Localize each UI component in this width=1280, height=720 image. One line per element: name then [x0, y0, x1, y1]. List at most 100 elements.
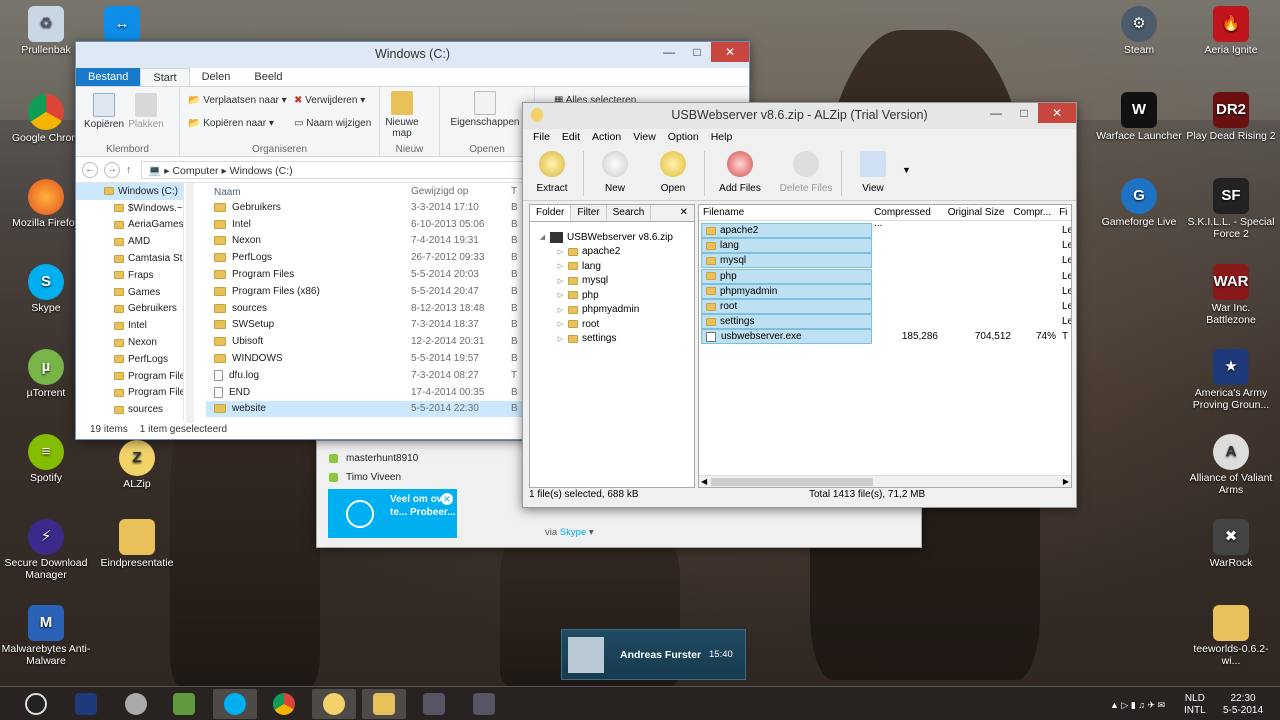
clock[interactable]: 22:30 5-5-2014	[1218, 693, 1268, 717]
menu-file[interactable]: File	[527, 129, 556, 147]
tab-view[interactable]: Beeld	[242, 68, 294, 86]
tree-item[interactable]: ▷ mysql	[530, 274, 694, 289]
column-compressed[interactable]: Compressed ...	[874, 207, 942, 229]
column-filename[interactable]: Filename	[699, 207, 874, 220]
archive-row[interactable]: mysql Le	[699, 253, 1071, 269]
scroll-thumb[interactable]	[711, 478, 873, 486]
tree-item[interactable]: ▷ root	[530, 317, 694, 332]
breadcrumb-drive[interactable]: Windows (C:)	[230, 165, 293, 177]
contact-item[interactable]: masterhunt8910	[329, 453, 418, 464]
view-dropdown-icon[interactable]: ▼	[902, 147, 911, 200]
nav-item[interactable]: AeriaGames	[76, 217, 183, 234]
archive-row[interactable]: settings Le	[699, 314, 1071, 330]
nav-item-drive[interactable]: Windows (C:)	[76, 183, 183, 200]
forward-button[interactable]: →	[104, 161, 120, 178]
minimize-button[interactable]: —	[982, 103, 1010, 123]
close-button[interactable]: ✕	[1038, 103, 1076, 123]
desktop-icon-warinc[interactable]: WAR War Inc. Battlezone	[1186, 264, 1276, 326]
desktop-icon-steam[interactable]: ⚙ Steam	[1094, 6, 1184, 56]
start-button[interactable]	[14, 689, 58, 719]
desktop-icon-teeworlds[interactable]: teeworlds-0.6.2-wi...	[1186, 605, 1276, 667]
column-type[interactable]: Fi	[1059, 207, 1071, 220]
skype-promo-banner[interactable]: Veel om over te... Probeer... ✕	[328, 489, 457, 538]
taskbar-speaker[interactable]	[114, 689, 158, 719]
taskbar-explorer[interactable]	[362, 689, 406, 719]
minimize-button[interactable]: —	[655, 42, 683, 62]
desktop-icon-alzip[interactable]: Z ALZip	[92, 440, 182, 490]
explorer-titlebar[interactable]: Windows (C:) — □ ✕	[76, 42, 749, 68]
tab-share[interactable]: Delen	[190, 68, 243, 86]
tree-item[interactable]: ▷ settings	[530, 332, 694, 347]
desktop-icon-americas-army[interactable]: ★ America's Army Proving Groun...	[1186, 349, 1276, 411]
tab-search[interactable]: Search	[607, 205, 652, 221]
nav-item[interactable]: Program File	[76, 368, 183, 385]
nav-item[interactable]: $Windows.~	[76, 200, 183, 217]
rename-button[interactable]: ▭ Naam wijzigen	[294, 118, 371, 129]
move-to-button[interactable]: 📂 Verplaatsen naar ▾	[188, 95, 287, 106]
up-button[interactable]: ↑	[126, 164, 131, 176]
tree-item[interactable]: ▷ phpmyadmin	[530, 303, 694, 318]
add-files-button[interactable]: Add Files	[707, 147, 773, 200]
new-folder-button[interactable]: Nieuwe map	[382, 91, 422, 139]
desktop-icon-malwarebytes[interactable]: M Malwarebytes Anti-Malware	[1, 605, 91, 667]
desktop-icon-warface[interactable]: W Warface Launcher	[1094, 92, 1184, 142]
archive-row[interactable]: apache2 Le	[699, 223, 1071, 239]
horizontal-scrollbar[interactable]: ◀ ▶	[699, 475, 1071, 487]
back-button[interactable]: ←	[82, 161, 98, 178]
desktop-icon-pdr2[interactable]: DR2 Play Dead Rising 2	[1186, 92, 1276, 142]
contact-item[interactable]: Timo Viveen	[329, 472, 401, 483]
taskbar-chart-app[interactable]	[162, 689, 206, 719]
close-icon[interactable]: ✕	[674, 205, 694, 221]
desktop-icon-aeria[interactable]: 🔥 Aeria Ignite	[1186, 6, 1276, 56]
nav-item[interactable]: Games	[76, 284, 183, 301]
properties-button[interactable]: Eigenschappen	[450, 91, 520, 128]
column-original-size[interactable]: Original Size	[942, 207, 1014, 220]
open-button[interactable]: Open	[644, 147, 702, 200]
desktop-icon-warrock[interactable]: ✖ WarRock	[1186, 519, 1276, 569]
tab-filter[interactable]: Filter	[571, 205, 607, 221]
archive-row[interactable]: usbwebserver.exe 185,286 704,512 74% T	[699, 329, 1071, 345]
view-button[interactable]: View	[844, 147, 902, 200]
scroll-right-icon[interactable]: ▶	[1063, 477, 1069, 486]
nav-item[interactable]: PerfLogs	[76, 351, 183, 368]
tree-item[interactable]: ▷ apache2	[530, 245, 694, 260]
tree-item[interactable]: ▷ php	[530, 288, 694, 303]
desktop-icon-spotify[interactable]: ≡ Spotify	[1, 434, 91, 484]
close-button[interactable]: ✕	[711, 42, 749, 62]
copy-to-button[interactable]: 📂 Kopiëren naar ▾	[188, 118, 274, 129]
tree-root[interactable]: ◢ USBWebserver v8.6.zip	[530, 230, 694, 245]
nav-item[interactable]: Camtasia Stu	[76, 250, 183, 267]
desktop-icon-eindpresentatie[interactable]: Eindpresentatie	[92, 519, 182, 569]
paste-button[interactable]: Plakken	[126, 93, 166, 130]
tab-folder[interactable]: Folder	[530, 205, 572, 221]
tab-start[interactable]: Start	[140, 68, 190, 86]
menu-view[interactable]: View	[627, 129, 662, 147]
menu-option[interactable]: Option	[662, 129, 705, 147]
copy-button[interactable]: Kopiëren	[84, 93, 124, 130]
desktop-icon-gameforge[interactable]: G Gameforge Live	[1094, 178, 1184, 228]
column-name[interactable]: Naam	[206, 186, 411, 199]
scroll-left-icon[interactable]: ◀	[701, 477, 707, 486]
taskbar-alzip[interactable]	[312, 689, 356, 719]
nav-item[interactable]: AMD	[76, 233, 183, 250]
tree-item[interactable]: ▷ lang	[530, 259, 694, 274]
nav-item[interactable]: Program File	[76, 385, 183, 402]
taskbar-americas-army[interactable]	[64, 689, 108, 719]
archive-row[interactable]: php Le	[699, 268, 1071, 284]
desktop-icon-skill[interactable]: SF S.K.I.L.L. - Special Force 2	[1186, 178, 1276, 240]
close-icon[interactable]: ✕	[441, 493, 453, 505]
archive-row[interactable]: root Le	[699, 299, 1071, 315]
nav-item[interactable]: Nexon	[76, 334, 183, 351]
delete-files-button[interactable]: Delete Files	[773, 147, 839, 200]
breadcrumb-computer[interactable]: Computer	[172, 165, 218, 177]
skype-link[interactable]: Skype	[560, 527, 586, 538]
menu-action[interactable]: Action	[586, 129, 627, 147]
nav-item[interactable]: Fraps	[76, 267, 183, 284]
tab-file[interactable]: Bestand	[76, 68, 141, 86]
taskbar-chrome[interactable]	[262, 689, 306, 719]
maximize-button[interactable]: □	[1010, 103, 1038, 123]
column-ratio[interactable]: Compr...	[1013, 207, 1059, 220]
maximize-button[interactable]: □	[683, 42, 711, 62]
extract-button[interactable]: Extract	[523, 147, 581, 200]
taskbar-app[interactable]	[462, 689, 506, 719]
